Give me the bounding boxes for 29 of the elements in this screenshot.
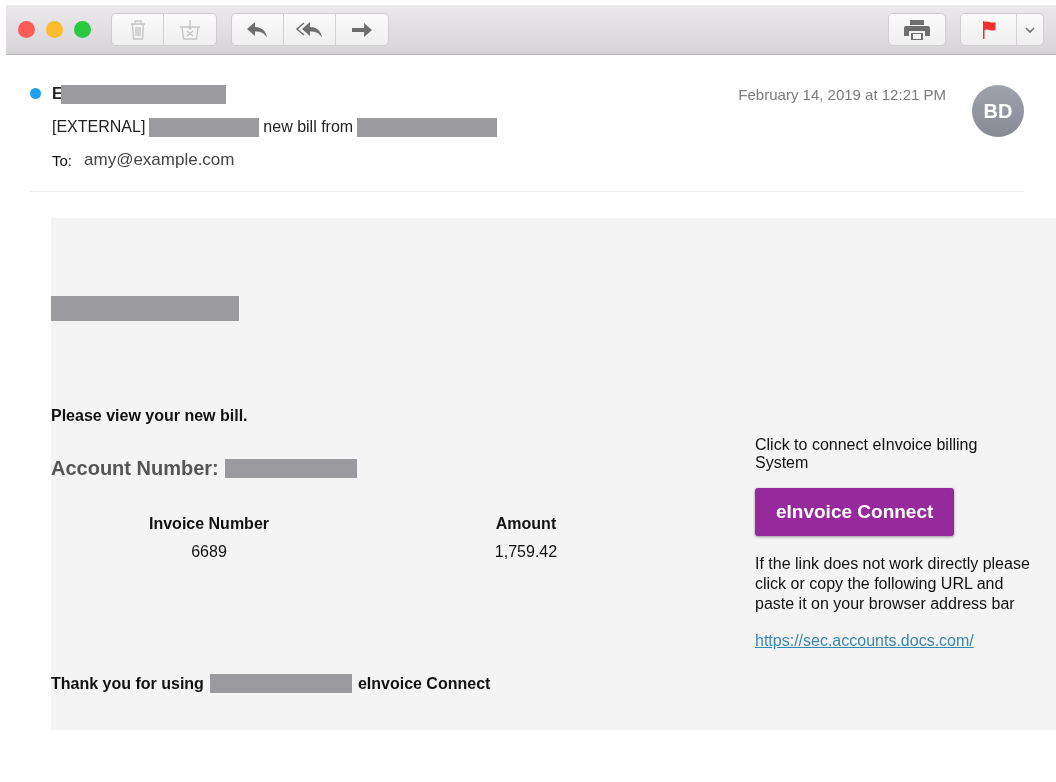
trash-icon (128, 18, 147, 41)
cta-text: Click to connect eInvoice billing System (755, 436, 979, 472)
minimize-window-button[interactable] (46, 21, 63, 38)
subject-text: [EXTERNAL] (52, 118, 146, 136)
thanks-text: eInvoice Connect (357, 674, 491, 693)
intro-text: Please view your new bill. (51, 407, 249, 425)
close-window-button[interactable] (18, 21, 35, 38)
column-header: Invoice Number (148, 514, 270, 534)
sender-avatar: BD (972, 85, 1024, 137)
printer-icon (903, 18, 931, 41)
reply-icon (245, 20, 270, 39)
column-header: Amount (494, 514, 558, 534)
junk-icon (178, 18, 202, 41)
chevron-down-icon (1025, 26, 1035, 33)
table-cell-text: 1,759.42 (493, 542, 559, 562)
to-label: To: (52, 151, 72, 169)
message-date: February 14, 2019 at 12:21 PM (738, 86, 946, 103)
connect-button[interactable]: eInvoice Connect (755, 488, 955, 536)
thanks-text: Thank you for using (51, 674, 204, 693)
url-link[interactable]: https://sec.accounts.docs.com/ (755, 632, 974, 649)
flag-icon (980, 19, 997, 40)
subject-text: new bill from (263, 118, 354, 136)
reply-all-icon (294, 20, 325, 39)
forward-icon (350, 20, 374, 39)
table-cell-text: 6689 (190, 542, 228, 562)
account-label: Account Number: (51, 457, 219, 480)
zoom-window-button[interactable] (74, 21, 91, 38)
fallback-text: If the link does not work directly please click or copy the following URL and paste it on your browser address bar (755, 554, 1031, 614)
recipient-address: amy@example.com (84, 150, 235, 170)
